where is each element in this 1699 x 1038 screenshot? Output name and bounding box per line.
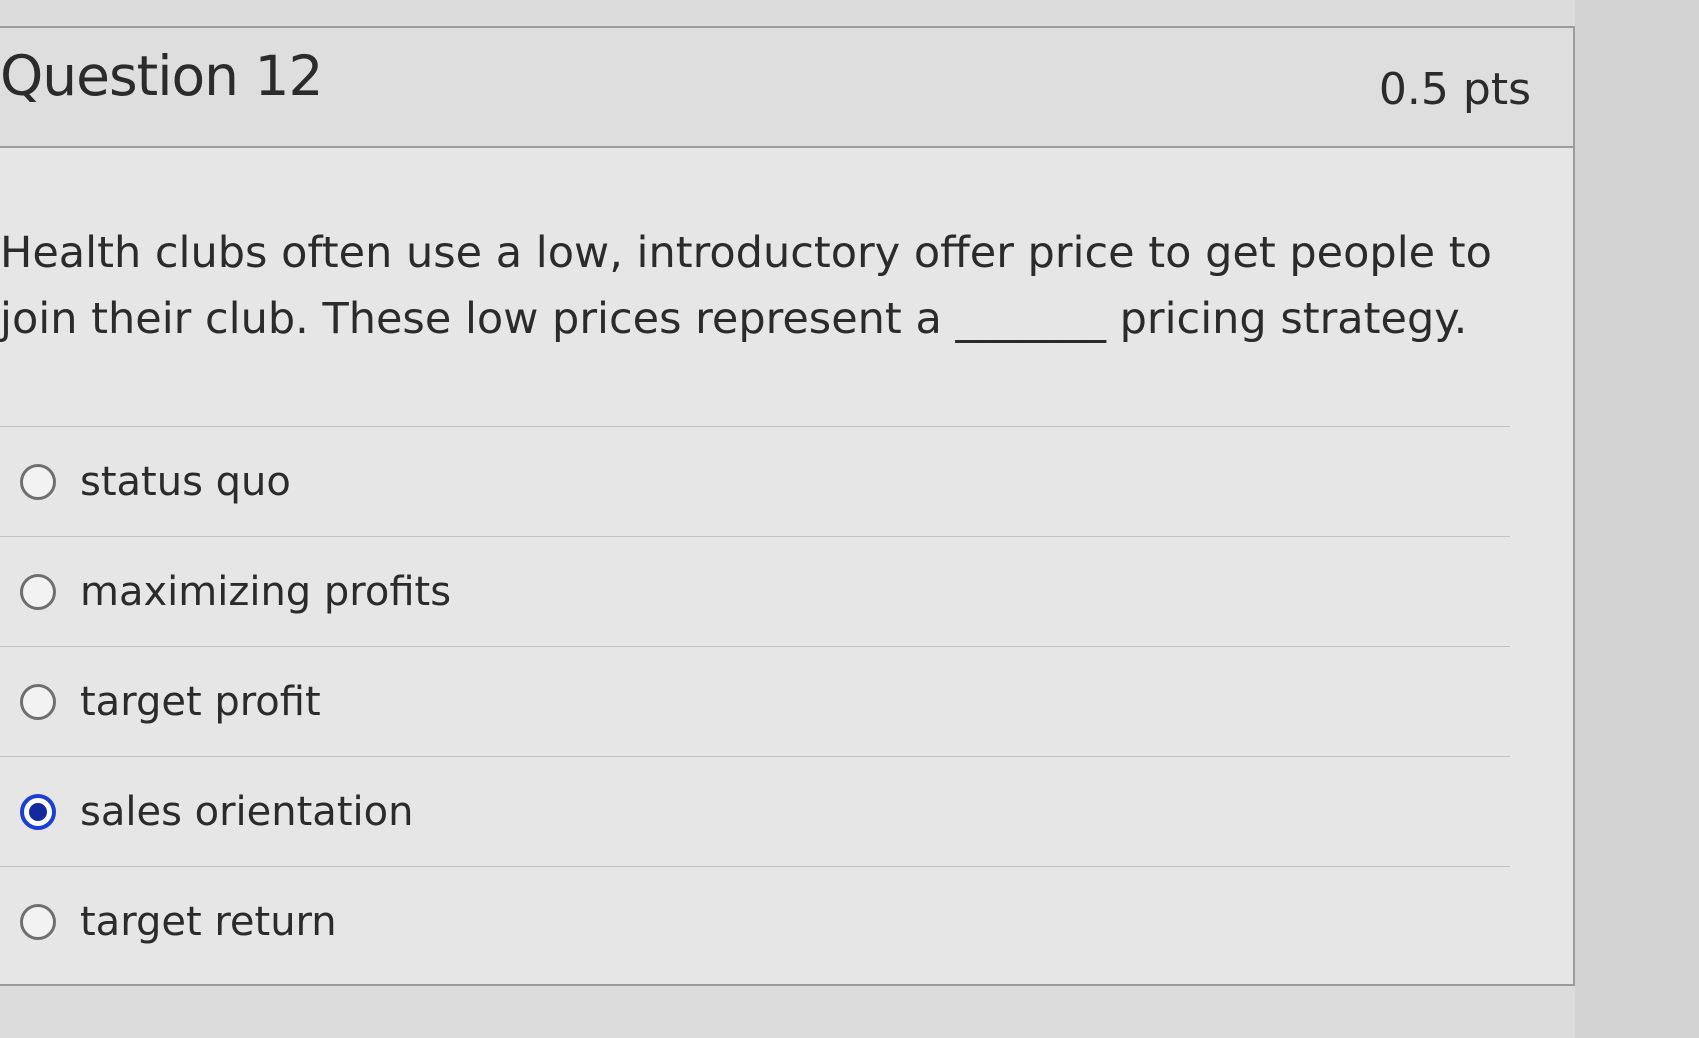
question-text: Health clubs often use a low, introducto… [0,228,1492,344]
answer-label: target return [80,899,337,945]
answer-option-target-profit[interactable]: target profit [0,647,1510,757]
question-header: Question 12 0.5 pts [0,28,1573,148]
answer-list: status quo maximizing profits target pro… [0,426,1510,977]
radio-button-selected[interactable] [20,793,56,830]
background-strip [1575,0,1699,1038]
radio-button[interactable] [20,683,56,720]
answer-label: maximizing profits [80,568,452,615]
radio-button[interactable] [20,573,56,610]
answer-option-sales-orientation[interactable]: sales orientation [0,757,1510,867]
question-points: 0.5 pts [1378,64,1531,115]
question-title: Question 12 [0,44,323,108]
answer-option-maximizing-profits[interactable]: maximizing profits [0,537,1510,647]
answer-option-status-quo[interactable]: status quo [0,427,1510,537]
answer-label: sales orientation [80,788,414,835]
radio-button[interactable] [20,904,56,940]
answer-option-target-return[interactable]: target return [0,867,1510,977]
question-card: Question 12 0.5 pts Health clubs often u… [0,26,1575,986]
answer-label: target profit [80,678,321,725]
answer-label: status quo [80,458,291,505]
radio-button[interactable] [20,463,56,500]
